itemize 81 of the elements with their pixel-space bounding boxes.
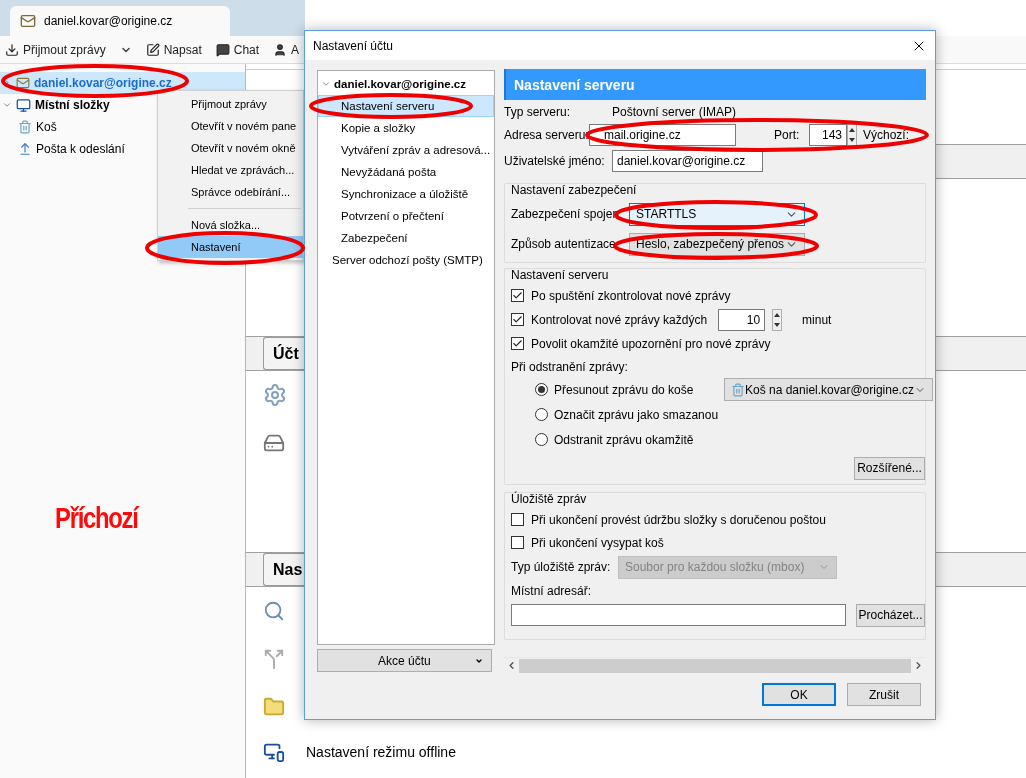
radio-label: Odstranit zprávu okamžitě (554, 432, 694, 447)
checkbox-label: Při ukončení provést údržbu složky s doručenou poštou (531, 512, 826, 527)
radio-button[interactable] (535, 383, 548, 397)
username-field[interactable]: daniel.kovar@origine.cz (612, 149, 763, 172)
advanced-button[interactable]: Rozšířené... (854, 456, 925, 480)
radio-button[interactable] (535, 408, 548, 422)
toolbar-button[interactable]: A (273, 42, 300, 57)
horizontal-scrollbar[interactable] (504, 657, 926, 673)
checkbox[interactable] (511, 313, 524, 327)
interval-field[interactable]: 10 (718, 308, 766, 331)
group-title: Nastavení serveru (511, 268, 610, 284)
field-value: Poštovní server (IMAP) (612, 104, 737, 119)
radio-button[interactable] (535, 433, 548, 447)
mail-icon (20, 13, 36, 29)
group-title: Úložiště zpráv (511, 492, 588, 508)
field-label: Výchozí: (863, 127, 910, 142)
trash-icon (731, 382, 745, 397)
field-label: Uživatelské jméno: (504, 153, 606, 168)
dialog-button[interactable]: OK (762, 683, 836, 706)
section-heading: Účt (263, 337, 304, 370)
tree-item[interactable]: Nevyžádaná pošta (318, 161, 494, 183)
checkbox[interactable] (511, 513, 524, 526)
checkbox-label: Kontrolovat nové zprávy každých (531, 312, 708, 327)
field-label: Port: (774, 127, 801, 142)
monitor-icon (16, 97, 31, 113)
toolbar-button[interactable]: Chat (215, 42, 260, 57)
group-title: Nastavení zabezpečení (511, 183, 638, 199)
section-heading: Nas (263, 553, 304, 586)
checkbox[interactable] (511, 337, 524, 351)
annotation-text: Příchozí (55, 502, 138, 535)
browse-button[interactable]: Procházet... (856, 603, 925, 627)
tab[interactable]: daniel.kovar@origine.cz (10, 6, 230, 36)
toolbar-button[interactable]: Napsat (145, 42, 202, 57)
unit-label: minut (802, 312, 832, 327)
search-icon[interactable] (263, 600, 285, 622)
scroll-right-icon[interactable] (913, 660, 924, 671)
field-label: Typ úložiště zpráv: (511, 560, 612, 574)
account-actions-button[interactable]: Akce účtu (317, 649, 492, 672)
field-label: Místní adresář: (511, 584, 592, 598)
checkbox-label: Při ukončení vysypat koš (531, 535, 664, 550)
spinner-arrows-icon[interactable] (847, 123, 857, 146)
tree-item[interactable]: Potvrzení o přečtení (318, 205, 494, 227)
tree-item[interactable]: Vytváření zpráv a adresová... (318, 139, 494, 161)
trash-folder-dropdown[interactable]: Koš na daniel.kovar@origine.cz (724, 378, 933, 402)
chat-bubble-icon (215, 42, 230, 57)
spinner-arrows-icon[interactable] (772, 308, 783, 331)
tree-item[interactable]: Server odchozí pošty (SMTP) (318, 249, 494, 271)
checkbox-label: Po spuštění zkontrolovat nové zprávy (531, 288, 731, 303)
tree-item[interactable]: Kopie a složky (318, 117, 494, 139)
tree-item[interactable]: Synchronizace a úložiště (318, 183, 494, 205)
trash-icon (18, 120, 32, 134)
radio-label: Přesunout zprávu do koše (554, 382, 695, 397)
offline-settings-link[interactable]: Nastavení režimu offline (306, 744, 456, 760)
person-icon (273, 42, 288, 57)
section-header: Nastavení serveru (504, 69, 926, 100)
radio-label: Označit zprávu jako smazanou (554, 407, 719, 422)
monitors-icon[interactable] (263, 741, 285, 763)
gear-icon[interactable] (263, 383, 287, 407)
checkbox[interactable] (511, 289, 524, 303)
checkbox-label: Povolit okamžité upozornění pro nové zprávy (531, 336, 771, 351)
port-field[interactable]: 143 (809, 123, 847, 146)
field-label: Při odstranění zprávy: (511, 359, 628, 374)
field-label: Způsob autentizace (511, 237, 617, 251)
menu-item[interactable]: Otevřít v novém pane (158, 115, 303, 137)
field-label: Typ serveru: (504, 104, 572, 119)
download-icon (5, 42, 19, 57)
outbox-icon (18, 142, 32, 156)
local-directory-field[interactable] (511, 604, 846, 626)
checkbox[interactable] (511, 536, 524, 549)
menu-item[interactable]: Správce odebírání... (158, 181, 303, 203)
menu-item[interactable]: Otevřít v novém okně (158, 137, 303, 159)
menu-item[interactable]: Nová složka... (158, 214, 303, 236)
tree-item[interactable]: daniel.kovar@origine.cz (318, 73, 494, 95)
toolbar-button[interactable]: Přijmout zprávy (5, 42, 106, 57)
menu-item[interactable]: Přijmout zprávy (158, 93, 303, 115)
tree-item[interactable]: Zabezpečení (318, 227, 494, 249)
mail-icon (16, 76, 30, 90)
pencil-icon (145, 42, 160, 57)
dialog-title: Nastavení účtu (313, 38, 394, 53)
dialog-button[interactable]: Zrušit (847, 683, 921, 706)
menu-item[interactable]: Hledat ve zprávách... (158, 159, 303, 181)
